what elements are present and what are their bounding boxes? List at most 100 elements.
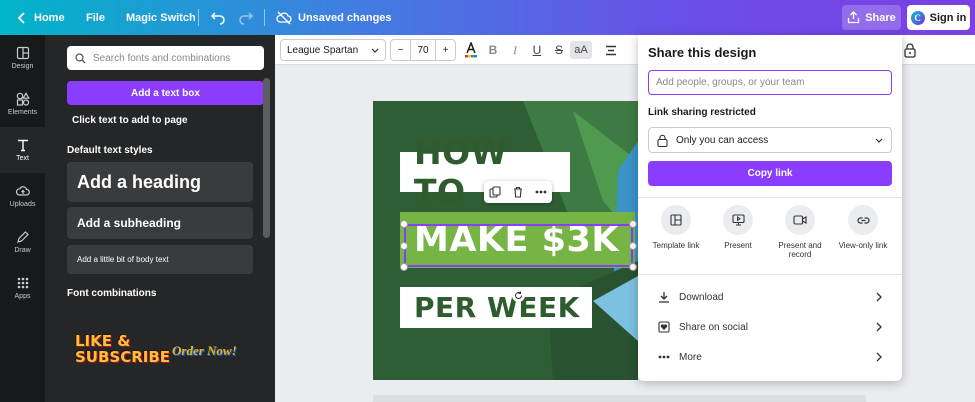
chevron-left-icon: [18, 11, 25, 24]
undo-icon[interactable]: [210, 9, 226, 25]
trash-icon[interactable]: [512, 186, 524, 198]
share-label: Share: [865, 11, 896, 24]
add-people-field[interactable]: [648, 70, 892, 95]
lock-icon: [657, 134, 668, 147]
divider: [264, 9, 265, 26]
duplicate-icon[interactable]: [489, 186, 501, 198]
font-combo-order-now[interactable]: Order Now!: [172, 343, 237, 359]
text-color-icon: [465, 42, 477, 58]
rail-item-apps[interactable]: Apps: [0, 265, 45, 311]
underline-button[interactable]: U: [528, 41, 546, 59]
rail-item-uploads[interactable]: Uploads: [0, 173, 45, 219]
sign-in-button[interactable]: C Sign in: [907, 5, 970, 30]
resize-handle[interactable]: [400, 242, 408, 250]
font-search-box[interactable]: [67, 46, 264, 70]
cloud-upload-icon: [15, 186, 30, 196]
default-styles-heading: Default text styles: [67, 145, 153, 156]
font-combo-like-subscribe[interactable]: LIKE & SUBSCRIBE: [75, 333, 170, 365]
template-icon: [661, 205, 691, 235]
save-status[interactable]: Unsaved changes: [276, 0, 392, 35]
share-button[interactable]: Share: [842, 5, 901, 30]
more-icon: [658, 355, 670, 359]
row-label: Download: [679, 291, 724, 303]
pen-icon: [16, 231, 29, 243]
selection-box: [404, 224, 633, 267]
more-row[interactable]: More: [658, 347, 882, 367]
save-status-label: Unsaved changes: [298, 11, 392, 24]
add-subheading-button[interactable]: Add a subheading: [67, 207, 253, 239]
align-button[interactable]: [602, 41, 620, 59]
rail-label: Elements: [7, 109, 38, 116]
row-label: More: [679, 351, 702, 363]
decrease-size-button[interactable]: −: [391, 40, 411, 60]
access-select[interactable]: Only you can access: [648, 127, 892, 153]
resize-handle[interactable]: [629, 220, 637, 228]
magic-switch-button[interactable]: Magic Switch: [126, 0, 196, 35]
font-size-stepper[interactable]: − 70 +: [390, 39, 456, 61]
rail-item-text[interactable]: Text: [0, 127, 45, 173]
rotate-handle[interactable]: [512, 289, 525, 302]
rail-item-elements[interactable]: Elements: [0, 81, 45, 127]
left-rail: Design Elements Text Uploads Draw Apps: [0, 35, 45, 402]
hint-text: Click text to add to page: [72, 115, 188, 126]
rail-label: Text: [16, 155, 29, 162]
add-people-input[interactable]: [656, 77, 886, 88]
present-icon: [723, 205, 753, 235]
home-button[interactable]: Home: [18, 0, 65, 35]
record-icon: [785, 205, 815, 235]
text-icon: [17, 139, 28, 152]
layout-icon: [16, 46, 29, 60]
rail-item-design[interactable]: Design: [0, 35, 45, 81]
access-value: Only you can access: [676, 134, 769, 146]
font-combinations-heading: Font combinations: [67, 288, 157, 299]
text-panel: Add a text box Click text to add to page…: [45, 35, 275, 402]
option-label: Present: [724, 241, 752, 250]
font-family-select[interactable]: League Spartan: [280, 39, 386, 61]
add-heading-button[interactable]: Add a heading: [67, 162, 253, 202]
lock-icon[interactable]: [903, 42, 917, 58]
option-label: View-only link: [838, 241, 888, 250]
increase-size-button[interactable]: +: [435, 40, 455, 60]
italic-button[interactable]: I: [506, 41, 524, 59]
panel-scrollbar[interactable]: [263, 78, 270, 238]
rail-item-draw[interactable]: Draw: [0, 219, 45, 265]
add-body-text-button[interactable]: Add a little bit of body text: [67, 245, 253, 274]
link-sharing-label: Link sharing restricted: [648, 107, 756, 118]
align-center-icon: [606, 45, 616, 55]
resize-handle[interactable]: [629, 263, 637, 271]
template-link-option[interactable]: Template link: [644, 205, 708, 250]
sign-in-label: Sign in: [929, 11, 967, 24]
font-size-value[interactable]: 70: [411, 45, 435, 56]
rail-label: Apps: [14, 293, 31, 300]
view-only-link-option[interactable]: View-only link: [831, 205, 895, 250]
strikethrough-button[interactable]: S: [550, 41, 568, 59]
share-panel-title: Share this design: [648, 45, 757, 60]
top-bar: Home File Magic Switch Unsaved changes S…: [0, 0, 975, 35]
combo-line: LIKE &: [75, 332, 131, 350]
letter-case-button[interactable]: aA: [570, 41, 592, 59]
design-text-line3[interactable]: PER WEEK: [400, 287, 592, 328]
redo-icon[interactable]: [238, 9, 254, 25]
share-on-social-row[interactable]: Share on social: [658, 317, 882, 337]
rotate-icon: [515, 291, 522, 299]
present-and-record-option[interactable]: Present and record: [768, 205, 832, 259]
present-option[interactable]: Present: [706, 205, 770, 250]
font-search-input[interactable]: [93, 52, 253, 64]
resize-handle[interactable]: [400, 220, 408, 228]
cloud-offline-icon: [276, 11, 292, 24]
copy-link-button[interactable]: Copy link: [648, 161, 892, 186]
add-text-box-button[interactable]: Add a text box: [67, 81, 264, 105]
text-color-button[interactable]: [462, 41, 480, 59]
shapes-icon: [16, 92, 30, 106]
divider: [198, 9, 199, 26]
resize-handle[interactable]: [629, 242, 637, 250]
chevron-down-icon: [875, 138, 883, 143]
canva-logo-icon: C: [910, 10, 925, 25]
combo-line: SUBSCRIBE: [75, 348, 171, 366]
resize-handle[interactable]: [400, 263, 408, 271]
bold-button[interactable]: B: [484, 41, 502, 59]
more-icon[interactable]: [535, 190, 547, 194]
file-menu-button[interactable]: File: [86, 0, 105, 35]
rail-label: Uploads: [9, 201, 36, 208]
download-row[interactable]: Download: [658, 287, 882, 307]
